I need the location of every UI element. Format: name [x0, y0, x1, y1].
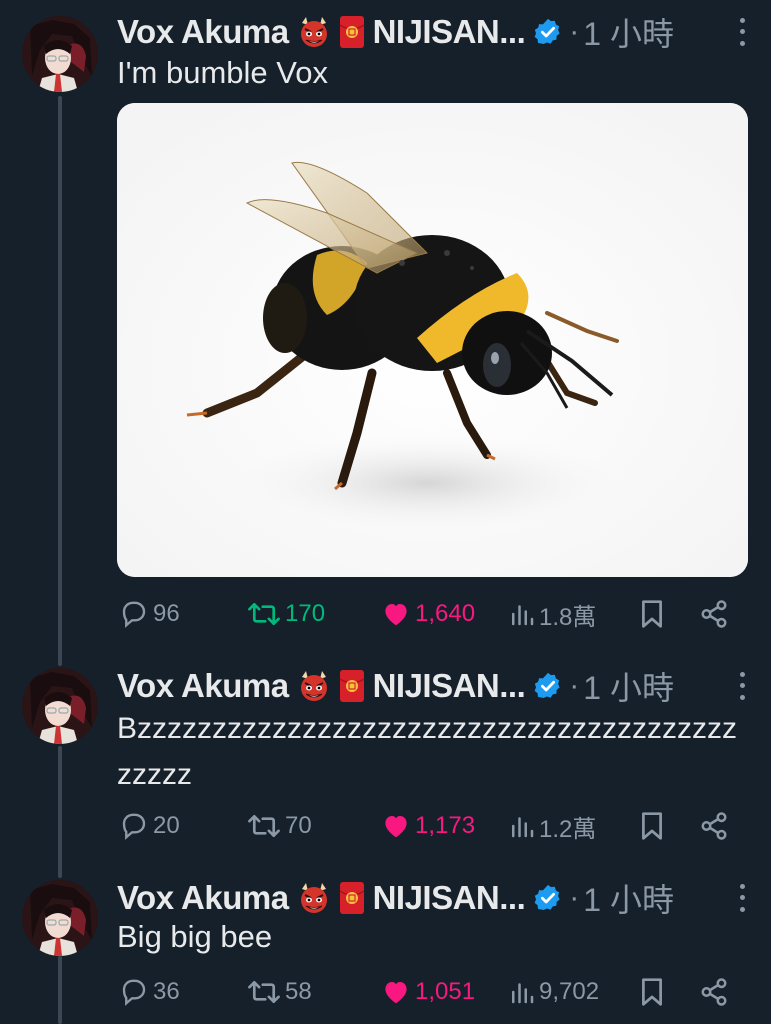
tweet-text: Big big bee: [117, 919, 273, 954]
views-chart-icon: [512, 605, 534, 626]
oni-emoji-icon: [297, 15, 331, 49]
separator-dot: ·: [569, 669, 580, 702]
verified-badge-icon: [533, 17, 563, 47]
reply-count: 96: [153, 600, 180, 627]
retweet-count: 70: [285, 812, 312, 839]
retweet-count: 170: [285, 600, 326, 627]
reply-button[interactable]: 96: [119, 594, 180, 634]
author-name[interactable]: Vox Akuma: [117, 667, 289, 705]
tweet-media-bumblebee[interactable]: [117, 103, 748, 577]
more-dots-icon[interactable]: [735, 881, 749, 915]
reply-icon: [122, 979, 146, 1006]
like-count: 1,173: [415, 812, 476, 839]
like-button[interactable]: 1,051: [381, 972, 475, 1012]
heart-icon: [385, 816, 407, 838]
heart-icon: [385, 604, 407, 626]
retweet-icon: [248, 980, 280, 1004]
tweet-header: Vox Akuma NIJISAN... · 1 小時: [117, 664, 749, 708]
red-envelope-emoji-icon: [339, 881, 365, 915]
like-button[interactable]: 1,640: [381, 594, 475, 634]
separator-dot: ·: [569, 15, 580, 48]
share-button[interactable]: [699, 594, 729, 634]
oni-emoji-icon: [297, 669, 331, 703]
verified-badge-icon: [533, 883, 563, 913]
reply-icon: [122, 601, 146, 628]
views-count: 1.8萬: [539, 603, 597, 631]
author-name[interactable]: Vox Akuma: [117, 879, 289, 917]
timestamp[interactable]: 1 小時: [583, 875, 674, 921]
like-count: 1,051: [415, 978, 476, 1005]
views-chart-icon: [512, 983, 534, 1004]
bookmark-button[interactable]: [639, 806, 665, 846]
avatar[interactable]: [22, 668, 98, 744]
tweet-header: Vox Akuma NIJISAN... · 1 小時: [117, 876, 749, 920]
tweet-text: I'm bumble Vox: [117, 55, 328, 90]
bookmark-icon: [642, 812, 662, 840]
retweet-icon: [248, 602, 280, 626]
reply-count: 20: [153, 812, 180, 839]
retweet-count: 58: [285, 978, 312, 1005]
share-icon: [701, 812, 727, 840]
reply-count: 36: [153, 978, 180, 1005]
bookmark-icon: [642, 978, 662, 1006]
more-dots-icon[interactable]: [735, 669, 749, 703]
author-handle[interactable]: NIJISAN...: [373, 13, 526, 51]
views-button[interactable]: 1.2萬: [509, 806, 596, 846]
views-chart-icon: [512, 817, 534, 838]
tweet-actions: 20 70 1,173 1.2萬: [117, 806, 747, 846]
tweet[interactable]: Vox Akuma NIJISAN...: [0, 0, 771, 660]
timestamp[interactable]: 1 小時: [583, 663, 674, 709]
author-handle[interactable]: NIJISAN...: [373, 667, 526, 705]
tweet[interactable]: Vox Akuma NIJISAN...: [0, 660, 771, 872]
views-button[interactable]: 1.8萬: [509, 594, 596, 634]
red-envelope-emoji-icon: [339, 669, 365, 703]
share-button[interactable]: [699, 972, 729, 1012]
separator-dot: ·: [569, 881, 580, 914]
retweet-icon: [248, 814, 280, 838]
bookmark-button[interactable]: [639, 972, 665, 1012]
tweet[interactable]: Vox Akuma NIJISAN...: [0, 872, 771, 1024]
like-count: 1,640: [415, 600, 476, 627]
timestamp[interactable]: 1 小時: [583, 9, 674, 55]
bookmark-icon: [642, 600, 662, 628]
avatar[interactable]: [22, 16, 98, 92]
retweet-button[interactable]: 58: [247, 972, 312, 1012]
views-count: 9,702: [539, 978, 600, 1005]
author-handle[interactable]: NIJISAN...: [373, 879, 526, 917]
more-dots-icon[interactable]: [735, 15, 749, 49]
tweet-text: Bzzzzzzzzzzzzzzzzzzzzzzzzzzzzzzzzzzzzzzz…: [117, 712, 738, 791]
avatar[interactable]: [22, 880, 98, 956]
verified-badge-icon: [533, 671, 563, 701]
retweet-button[interactable]: 70: [247, 806, 312, 846]
reply-icon: [122, 813, 146, 840]
like-button[interactable]: 1,173: [381, 806, 475, 846]
oni-emoji-icon: [297, 881, 331, 915]
views-button[interactable]: 9,702: [509, 972, 599, 1012]
views-count: 1.2萬: [539, 815, 597, 843]
share-button[interactable]: [699, 806, 729, 846]
reply-button[interactable]: 36: [119, 972, 180, 1012]
tweet-actions: 96 170 1,640 1.8萬: [117, 594, 747, 634]
author-name[interactable]: Vox Akuma: [117, 13, 289, 51]
tweet-header: Vox Akuma NIJISAN... · 1 小時: [117, 10, 749, 54]
reply-button[interactable]: 20: [119, 806, 180, 846]
share-icon: [701, 978, 727, 1006]
heart-icon: [385, 982, 407, 1004]
bookmark-button[interactable]: [639, 594, 665, 634]
tweet-actions: 36 58 1,051 9,702: [117, 972, 747, 1012]
share-icon: [701, 600, 727, 628]
red-envelope-emoji-icon: [339, 15, 365, 49]
retweet-button[interactable]: 170: [247, 594, 325, 634]
